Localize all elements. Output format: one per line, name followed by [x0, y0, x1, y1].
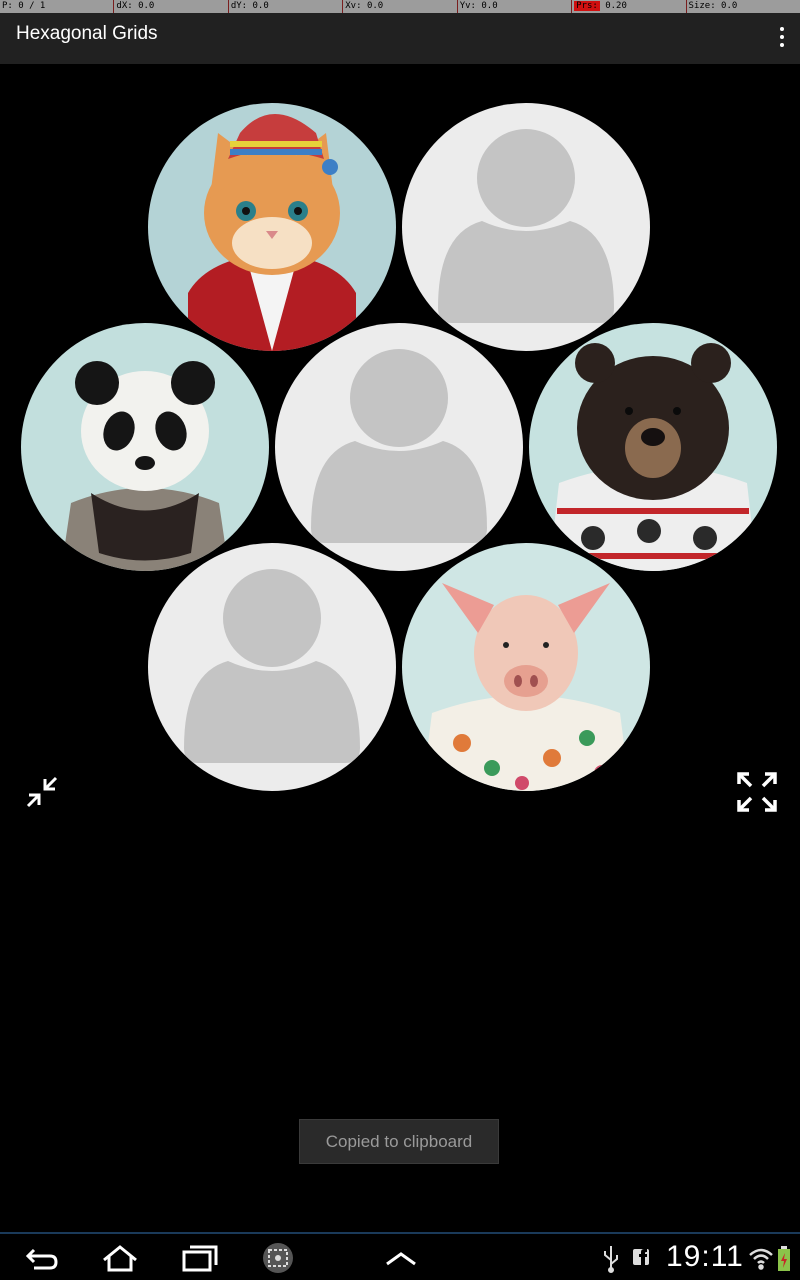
recent-apps-icon[interactable]: [181, 1242, 219, 1274]
system-navigation-bar: 19:11: [0, 1232, 800, 1280]
up-chevron-icon[interactable]: [384, 1242, 418, 1274]
velocity-y: Yv: 0.0: [456, 0, 571, 13]
default-user-avatar[interactable]: [402, 103, 650, 351]
app-title: Hexagonal Grids: [16, 23, 158, 44]
action-bar: Hexagonal Grids: [0, 13, 800, 64]
wifi-icon: [749, 1248, 773, 1270]
default-user-avatar[interactable]: [148, 543, 396, 791]
touch-size: Size: 0.0: [685, 0, 800, 13]
pressure-label: Prs:: [574, 1, 600, 11]
back-icon[interactable]: [24, 1242, 60, 1274]
pressure: Prs: 0.20: [571, 0, 685, 13]
facebook-icon: [633, 1249, 649, 1265]
battery-icon: [778, 1246, 790, 1271]
bear-avatar[interactable]: [529, 323, 777, 571]
screenshot-icon[interactable]: [258, 1242, 298, 1274]
collapse-icon[interactable]: [20, 770, 64, 814]
clipboard-toast: Copied to clipboard: [299, 1119, 499, 1164]
kitten-avatar[interactable]: [148, 103, 396, 351]
pointer-count: P: 0 / 1: [2, 1, 46, 11]
pressure-value: 0.20: [599, 1, 627, 11]
panda-avatar[interactable]: [21, 323, 269, 571]
usb-icon: [604, 1246, 618, 1273]
delta-x: dX: 0.0: [113, 0, 227, 13]
velocity-x: Xv: 0.0: [342, 0, 456, 13]
default-user-avatar[interactable]: [275, 323, 523, 571]
delta-y: dY: 0.0: [227, 0, 342, 13]
pig-avatar[interactable]: [402, 543, 650, 791]
expand-icon[interactable]: [735, 770, 779, 814]
overflow-menu-icon[interactable]: [774, 23, 790, 53]
pointer-location-bar: P: 0 / 1 dX: 0.0 dY: 0.0 Xv: 0.0 Yv: 0.0…: [0, 0, 800, 13]
home-icon[interactable]: [100, 1242, 140, 1274]
status-clock: 19:11: [666, 1240, 744, 1273]
